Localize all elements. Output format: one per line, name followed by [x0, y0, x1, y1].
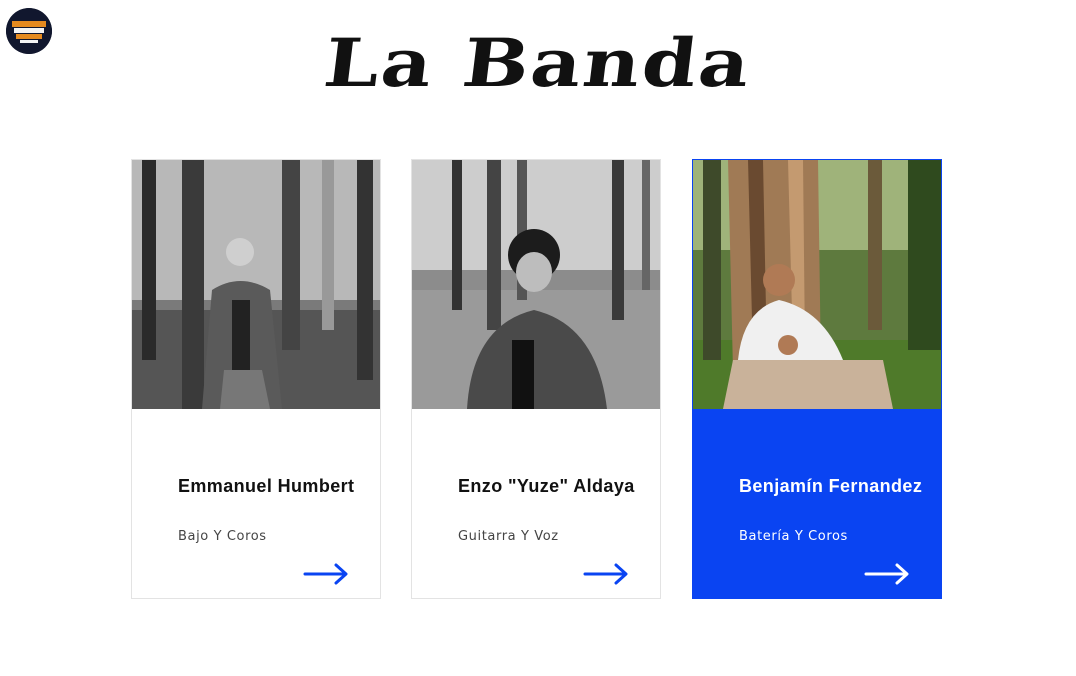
member-name: Emmanuel Humbert	[178, 476, 355, 496]
arrow-right-icon[interactable]	[864, 562, 910, 586]
arrow-right-icon[interactable]	[303, 562, 349, 586]
page: La Banda Emmanuel Humbert Bajo Y Coros E…	[0, 0, 1076, 676]
member-card-benjamin[interactable]: Benjamín Fernandez Batería Y Coros	[692, 159, 942, 599]
member-name: Benjamín Fernandez	[739, 476, 923, 496]
arrow-right-icon[interactable]	[583, 562, 629, 586]
member-photo	[132, 160, 380, 409]
member-card-emmanuel[interactable]: Emmanuel Humbert Bajo Y Coros	[131, 159, 381, 599]
member-role: Bajo Y Coros	[178, 529, 267, 544]
member-name: Enzo "Yuze" Aldaya	[458, 476, 635, 496]
member-role: Batería Y Coros	[739, 529, 848, 544]
member-photo	[412, 160, 660, 409]
member-role: Guitarra Y Voz	[458, 529, 559, 544]
page-title: La Banda	[319, 24, 757, 103]
member-card-enzo[interactable]: Enzo "Yuze" Aldaya Guitarra Y Voz	[411, 159, 661, 599]
member-photo	[693, 160, 941, 409]
